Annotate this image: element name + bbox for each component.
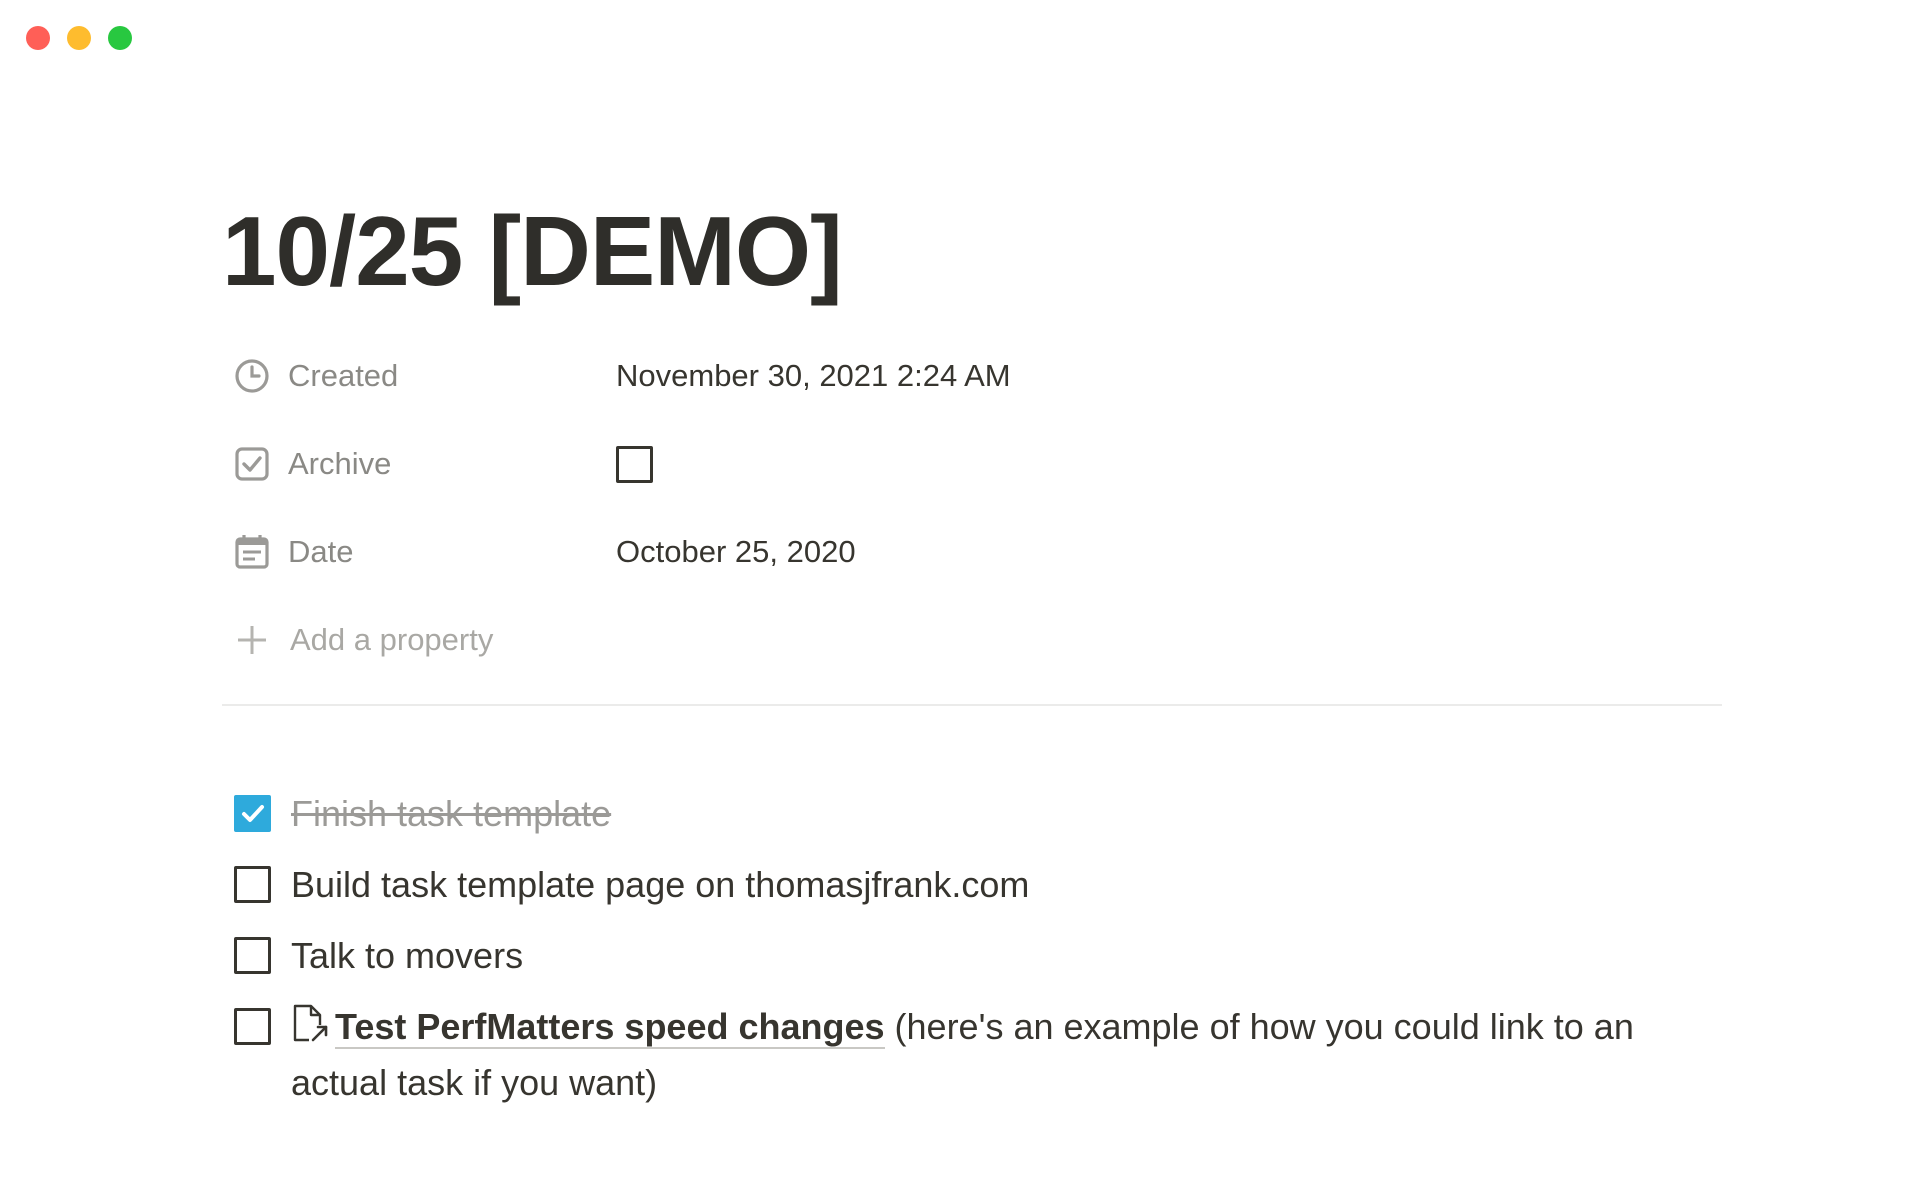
property-key[interactable]: Archive <box>232 444 616 484</box>
zoom-window-button[interactable] <box>108 26 132 50</box>
property-date[interactable]: Date October 25, 2020 <box>232 508 1722 596</box>
divider <box>222 704 1722 706</box>
todo-item: Test PerfMatters speed changes (here's a… <box>234 1004 1714 1109</box>
minimize-window-button[interactable] <box>67 26 91 50</box>
todo-text[interactable]: Build task template page on thomasjfrank… <box>291 859 1029 911</box>
property-label: Archive <box>288 446 392 481</box>
property-value-date[interactable]: October 25, 2020 <box>616 534 856 570</box>
todo-item: Finish task template <box>234 792 1714 840</box>
close-window-button[interactable] <box>26 26 50 50</box>
add-property-label: Add a property <box>290 622 494 657</box>
todo-checkbox-checked[interactable] <box>234 795 271 832</box>
checkbox-icon <box>232 444 272 484</box>
property-key[interactable]: Date <box>232 532 616 572</box>
page-link[interactable]: Test PerfMatters speed changes <box>335 1006 885 1049</box>
property-label: Date <box>288 534 354 569</box>
todo-text[interactable]: Finish task template <box>291 788 611 840</box>
todo-item: Talk to movers <box>234 934 1714 982</box>
property-value-created: November 30, 2021 2:24 AM <box>616 358 1011 393</box>
todo-checkbox[interactable] <box>234 1008 271 1045</box>
add-property-button[interactable]: Add a property <box>232 596 1722 684</box>
todo-item: Build task template page on thomasjfrank… <box>234 863 1714 911</box>
page-link-icon[interactable] <box>291 1003 331 1057</box>
calendar-icon <box>232 532 272 572</box>
property-archive[interactable]: Archive <box>232 420 1722 508</box>
property-created[interactable]: Created November 30, 2021 2:24 AM <box>232 332 1722 420</box>
todo-checkbox[interactable] <box>234 866 271 903</box>
window-controls <box>26 26 132 50</box>
todo-text[interactable]: Test PerfMatters speed changes (here's a… <box>291 1001 1714 1109</box>
plus-icon <box>232 620 272 660</box>
clock-icon <box>232 356 272 396</box>
property-label: Created <box>288 358 399 393</box>
page-content: 10/25 [DEMO] Created November 30, 2021 2… <box>222 196 1722 1132</box>
checkmark-icon <box>241 804 264 822</box>
property-key[interactable]: Created <box>232 356 616 396</box>
todo-text[interactable]: Talk to movers <box>291 930 523 982</box>
property-key[interactable]: Add a property <box>232 620 616 660</box>
archive-checkbox[interactable] <box>616 445 653 483</box>
app-window: 10/25 [DEMO] Created November 30, 2021 2… <box>0 0 1920 1200</box>
todo-checkbox[interactable] <box>234 937 271 974</box>
properties-panel: Created November 30, 2021 2:24 AM Archiv… <box>232 332 1722 684</box>
page-title[interactable]: 10/25 [DEMO] <box>222 196 1722 306</box>
todo-list: Finish task template Build task template… <box>234 792 1714 1109</box>
